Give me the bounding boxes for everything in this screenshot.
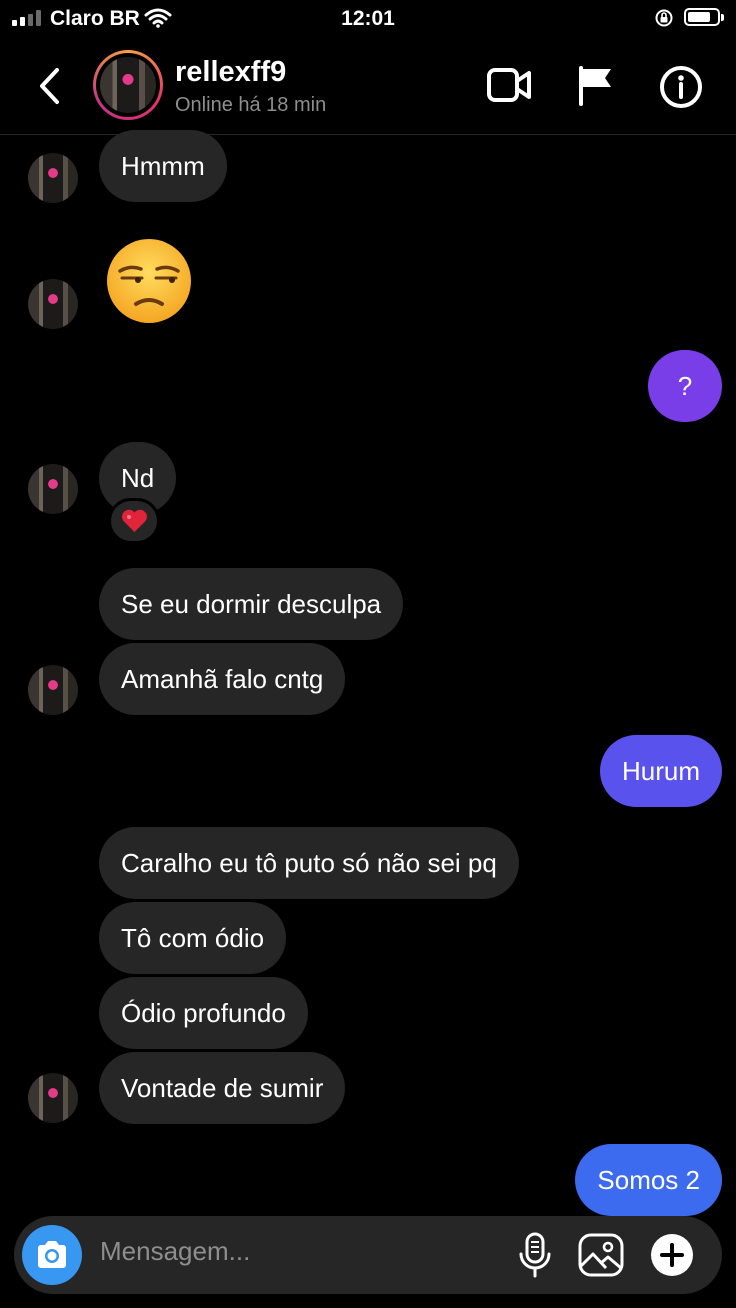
status-bar: Claro BR 12:01 — [0, 0, 736, 40]
battery-icon — [684, 8, 720, 26]
message-received[interactable]: Amanhã falo cntg — [99, 643, 346, 715]
chat-username[interactable]: rellexff9 — [175, 56, 286, 89]
message-received[interactable]: Vontade de sumir — [99, 1052, 346, 1124]
profile-avatar[interactable] — [93, 50, 163, 120]
message-received[interactable]: Se eu dormir desculpa — [99, 568, 404, 640]
message-received[interactable]: Tô com ódio — [99, 902, 287, 974]
message-received[interactable]: Ódio profundo — [99, 977, 308, 1049]
video-camera-icon[interactable] — [486, 66, 532, 106]
presence-status: Online há 18 min — [175, 94, 327, 116]
battery-tip — [721, 14, 724, 21]
camera-button[interactable] — [22, 1225, 82, 1285]
message-input[interactable]: Mensagem... — [100, 1236, 250, 1267]
sender-avatar[interactable] — [28, 279, 78, 329]
unamused-face-icon[interactable] — [106, 238, 192, 324]
chevron-left-icon[interactable] — [36, 66, 64, 106]
plus-icon[interactable] — [647, 1230, 697, 1280]
message-received[interactable]: Hmmm — [99, 130, 227, 202]
sender-avatar[interactable] — [28, 1073, 78, 1123]
clock: 12:01 — [341, 7, 395, 30]
sender-avatar[interactable] — [28, 153, 78, 203]
message-reaction[interactable] — [108, 498, 160, 544]
message-composer: Mensagem... — [14, 1216, 722, 1294]
message-sent[interactable]: ? — [648, 350, 722, 422]
chat-header: rellexff9 Online há 18 min — [0, 40, 736, 135]
flag-icon[interactable] — [576, 64, 616, 108]
red-heart-icon — [122, 509, 147, 532]
message-received[interactable]: Caralho eu tô puto só não sei pq — [99, 827, 519, 899]
message-sent[interactable]: Somos 2 — [575, 1144, 722, 1216]
camera-icon — [38, 1241, 66, 1268]
sender-avatar[interactable] — [28, 665, 78, 715]
message-sent[interactable]: Hurum — [599, 735, 722, 807]
orientation-lock-icon — [655, 9, 673, 27]
gallery-icon[interactable] — [576, 1230, 626, 1280]
microphone-icon[interactable] — [510, 1230, 560, 1280]
info-icon[interactable] — [658, 64, 704, 110]
sender-avatar[interactable] — [28, 464, 78, 514]
